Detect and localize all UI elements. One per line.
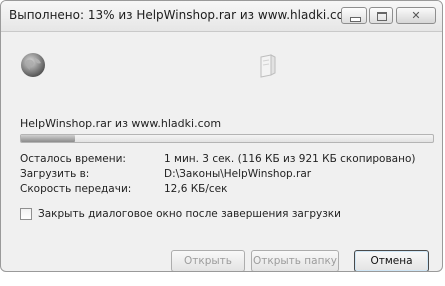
maximize-icon <box>377 12 387 21</box>
close-dialog-checkbox-label[interactable]: Закрыть диалоговое окно после завершения… <box>38 208 341 220</box>
folder-icon <box>260 54 276 78</box>
cancel-button[interactable]: Отмена <box>354 250 429 271</box>
download-dialog: Выполнено: 13% из HelpWinshop.rar из www… <box>0 0 443 272</box>
title-bar[interactable]: Выполнено: 13% из HelpWinshop.rar из www… <box>1 1 442 32</box>
open-folder-button[interactable]: Открыть папку <box>251 250 339 271</box>
window-title: Выполнено: 13% из HelpWinshop.rar из www… <box>9 8 356 22</box>
close-icon: ✕ <box>411 9 421 22</box>
dialog-content: HelpWinshop.rar из www.hladki.com Остало… <box>1 32 442 271</box>
minimize-icon <box>350 17 361 22</box>
download-to-value: D:\Законы\HelpWinshop.rar <box>164 168 312 180</box>
time-remaining-value: 1 мин. 3 сек. (116 КБ из 921 КБ скопиров… <box>164 153 416 165</box>
progress-fill <box>21 135 75 142</box>
time-remaining-label: Осталось времени: <box>20 153 126 165</box>
download-progress-bar <box>20 134 434 143</box>
minimize-button[interactable] <box>341 7 367 24</box>
close-button[interactable]: ✕ <box>396 7 436 24</box>
transfer-rate-label: Скорость передачи: <box>20 183 132 195</box>
maximize-button[interactable] <box>369 7 393 24</box>
file-source-label: HelpWinshop.rar из www.hladki.com <box>20 117 222 130</box>
download-to-label: Загрузить в: <box>20 168 90 180</box>
globe-icon <box>21 53 45 77</box>
transfer-rate-value: 12,6 КБ/сек <box>164 183 228 195</box>
close-dialog-checkbox[interactable] <box>20 208 32 220</box>
open-button[interactable]: Открыть <box>171 250 245 271</box>
